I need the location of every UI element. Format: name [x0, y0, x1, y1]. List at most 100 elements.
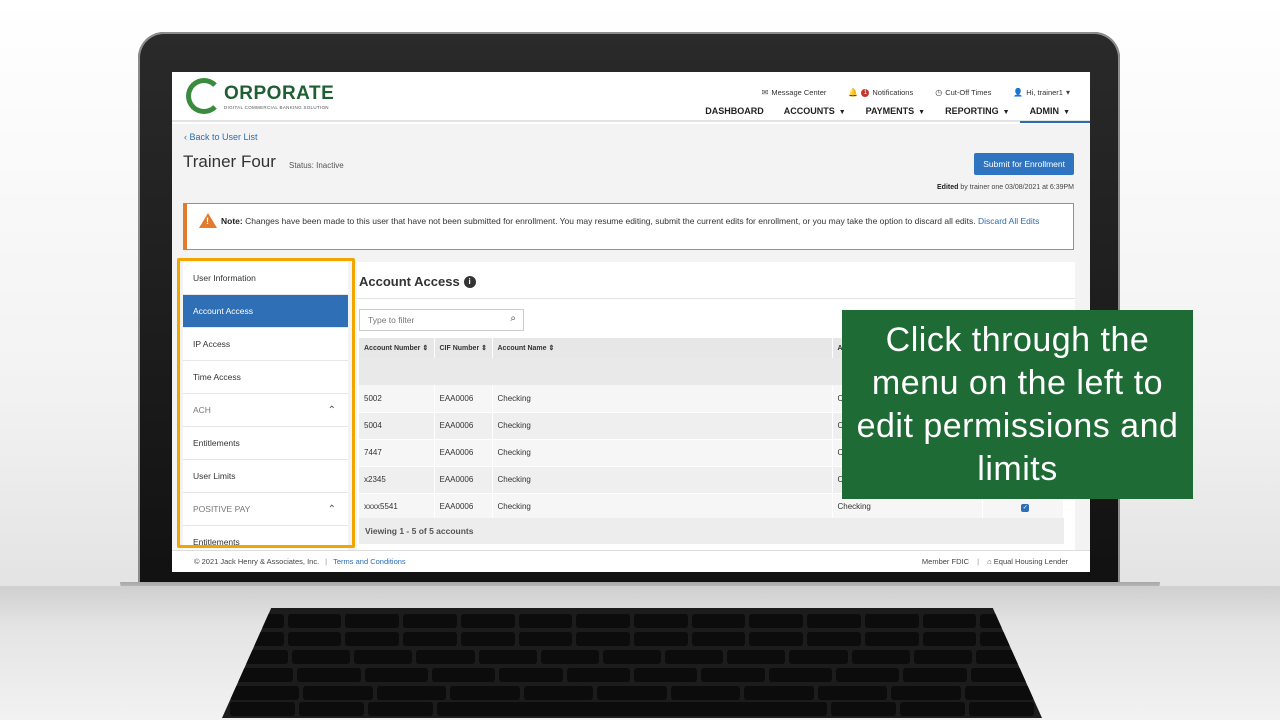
nav-payments-label: PAYMENTS: [865, 106, 915, 116]
main-nav: DASHBOARD ACCOUNTS ▼ PAYMENTS ▼ REPORTING ▼…: [705, 106, 1090, 123]
nav-admin-label: ADMIN: [1029, 106, 1060, 116]
envelope-icon: ✉: [761, 88, 769, 97]
cell-account-name: Checking: [492, 412, 833, 439]
house-icon: ⌂: [987, 557, 992, 566]
back-link-label: Back to User List: [189, 132, 258, 142]
filter-placeholder: Type to filter: [368, 315, 415, 325]
bell-icon: 🔔: [848, 88, 859, 97]
sidebar-item-label: Account Access: [193, 306, 254, 316]
pending-changes-alert: Note: Changes have been made to this use…: [183, 203, 1074, 250]
page-footer: © 2021 Jack Henry & Associates, Inc. | Ter…: [172, 550, 1090, 572]
sidebar-item-label: Time Access: [193, 372, 241, 382]
terms-link[interactable]: Terms and Conditions: [333, 557, 406, 566]
search-icon: ⌕: [510, 313, 516, 324]
cell-account-name: Checking: [492, 493, 833, 520]
sidebar-item-ach-entitlements[interactable]: Entitlements: [183, 427, 348, 460]
user-icon: 👤: [1013, 88, 1024, 97]
user-settings-menu: User Information Account Access IP Acces…: [183, 262, 348, 559]
divider: [357, 298, 1075, 299]
brand-logo[interactable]: ORPORATE DIGITAL COMMERCIAL BANKING SOLU…: [186, 78, 334, 114]
sidebar-group-ach[interactable]: ACH ⌃: [183, 394, 348, 427]
cell-cif-number: EAA0006: [434, 439, 493, 466]
logo-mark-icon: [186, 78, 222, 114]
equal-housing-text: Equal Housing Lender: [993, 557, 1068, 566]
logo-subtitle: DIGITAL COMMERCIAL BANKING SOLUTION: [224, 104, 329, 110]
back-to-user-list-link[interactable]: ‹ Back to User List: [184, 132, 258, 142]
notifications-label: Notifications: [872, 88, 914, 97]
cell-account-name: Checking: [492, 385, 833, 412]
sidebar-item-time-access[interactable]: Time Access: [183, 361, 348, 394]
discard-all-edits-link[interactable]: Discard All Edits: [978, 216, 1039, 226]
pagination-summary: Viewing 1 - 5 of 5 accounts: [359, 518, 1064, 544]
nav-accounts[interactable]: ACCOUNTS ▼: [784, 106, 846, 116]
cell-account-number: x2345: [359, 466, 435, 493]
chevron-down-icon: ▼: [1002, 109, 1010, 116]
cell-cif-number: EAA0006: [434, 412, 493, 439]
nav-dashboard-label: DASHBOARD: [705, 106, 764, 116]
user-status: Status: Inactive: [289, 161, 344, 170]
column-header-label: CIF Number: [439, 345, 480, 352]
logo-title: ORPORATE: [224, 82, 335, 104]
notifications-badge: 1: [861, 88, 870, 97]
filter-input[interactable]: Type to filter ⌕: [359, 309, 524, 331]
column-header-label: Account Number: [364, 345, 421, 352]
edited-prefix: Edited: [937, 184, 959, 191]
sidebar-group-positive-pay[interactable]: POSITIVE PAY ⌃: [183, 493, 348, 526]
nav-dashboard[interactable]: DASHBOARD: [705, 106, 764, 116]
edited-details: by trainer one 03/08/2021 at 6:39PM: [960, 184, 1074, 191]
user-greeting: Hi, trainer1: [1026, 88, 1063, 97]
info-icon[interactable]: i: [463, 275, 476, 288]
member-fdic-text: Member FDIC: [921, 557, 969, 566]
chevron-down-icon: ▼: [1063, 109, 1070, 116]
column-header-label: Account Name: [497, 345, 547, 352]
cell-account-number: xxxx5541: [359, 493, 435, 520]
sidebar-item-ip-access[interactable]: IP Access: [183, 328, 348, 361]
cutoff-times-link[interactable]: ◷ Cut-Off Times: [935, 88, 991, 97]
sidebar-item-user-information[interactable]: User Information: [183, 262, 348, 295]
nav-admin[interactable]: ADMIN ▼: [1019, 106, 1090, 123]
user-menu[interactable]: 👤 Hi, trainer1 ▾: [1013, 88, 1070, 97]
copyright-text: © 2021 Jack Henry & Associates, Inc.: [194, 557, 320, 566]
clock-icon: ◷: [935, 88, 943, 97]
nav-accounts-label: ACCOUNTS: [783, 106, 835, 116]
sidebar-item-label: User Information: [193, 273, 256, 283]
column-header-account-number[interactable]: Account Number ⇕: [359, 338, 435, 358]
app-header: ORPORATE DIGITAL COMMERCIAL BANKING SOLU…: [172, 72, 1090, 123]
alert-text: Note: Changes have been made to this use…: [221, 215, 1069, 227]
nav-reporting-label: REPORTING: [945, 106, 999, 116]
sidebar-item-label: IP Access: [193, 339, 231, 349]
sidebar-item-account-access[interactable]: Account Access: [183, 295, 348, 328]
cell-account-number: 5004: [359, 412, 435, 439]
message-center-link[interactable]: ✉ Message Center: [762, 88, 827, 97]
submit-for-enrollment-button[interactable]: Submit for Enrollment: [974, 153, 1074, 175]
utility-bar: ✉ Message Center 🔔 1 Notifications ◷ Cut…: [762, 88, 1070, 97]
nav-payments[interactable]: PAYMENTS ▼: [866, 106, 925, 116]
sidebar-group-label: POSITIVE PAY: [193, 504, 251, 514]
cutoff-times-label: Cut-Off Times: [945, 88, 992, 97]
chevron-down-icon: ▾: [1065, 88, 1070, 97]
sidebar-group-label: ACH: [193, 405, 211, 415]
cell-cif-number: EAA0006: [434, 493, 493, 520]
sidebar-item-label: Entitlements: [193, 537, 240, 547]
sidebar-item-label: User Limits: [193, 471, 236, 481]
sidebar-item-ach-user-limits[interactable]: User Limits: [183, 460, 348, 493]
message-center-label: Message Center: [771, 88, 827, 97]
cell-cif-number: EAA0006: [434, 385, 493, 412]
edited-info: Edited by trainer one 03/08/2021 at 6:39…: [937, 184, 1074, 191]
page-title: Trainer Four: [183, 152, 276, 171]
cell-cif-number: EAA0006: [434, 466, 493, 493]
warning-icon: [199, 213, 217, 228]
nav-reporting[interactable]: REPORTING ▼: [945, 106, 1009, 116]
laptop-keyboard: [222, 608, 1042, 718]
chevron-up-icon: ⌃: [327, 504, 336, 515]
chevron-down-icon: ▼: [838, 109, 846, 116]
cell-account-number: 5002: [359, 385, 435, 412]
section-title-text: Account Access: [359, 274, 460, 289]
access-checkbox[interactable]: ✓: [1021, 503, 1030, 512]
column-header-cif-number[interactable]: CIF Number ⇕: [434, 338, 493, 358]
cell-account-name: Checking: [492, 466, 833, 493]
column-header-account-name[interactable]: Account Name ⇕: [492, 338, 833, 358]
sidebar-item-label: Entitlements: [193, 438, 240, 448]
notifications-link[interactable]: 🔔 1 Notifications: [848, 88, 913, 97]
instruction-callout: Click through the menu on the left to ed…: [842, 310, 1193, 499]
